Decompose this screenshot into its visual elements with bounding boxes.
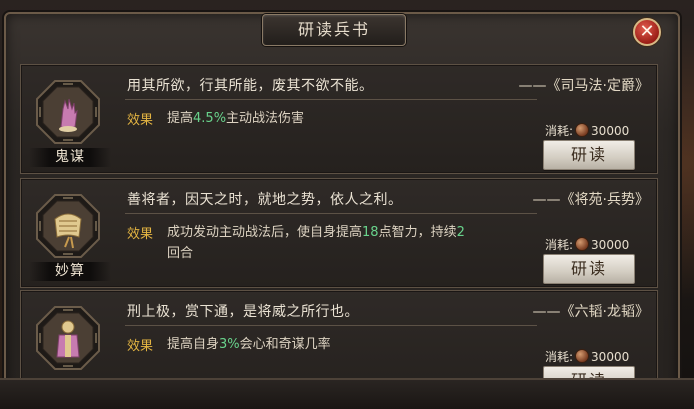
read-button[interactable]: 研读 xyxy=(543,254,635,284)
cost: 消耗: 30000 xyxy=(545,237,630,252)
dialog-title: 研读兵书 xyxy=(262,14,406,46)
book-card-1: 鬼谋 用其所欲，行其所能，废其不欲不能。 ——《司马法·定爵》 效果 提高4.5… xyxy=(20,64,658,174)
panel-bottom-edge xyxy=(0,378,694,409)
book-quote: 善将者，因天之时，就地之势，依人之利。 xyxy=(127,192,403,208)
hand-icon xyxy=(36,80,100,144)
book-source: ——《六韬·龙韬》 xyxy=(532,304,649,320)
effect-value: 2 xyxy=(456,225,465,240)
book-source: ——《将苑·兵势》 xyxy=(532,192,649,208)
scroll-icon xyxy=(36,194,100,258)
divider xyxy=(125,213,537,214)
book-quote: 刑上极，赏下通，是将威之所行也。 xyxy=(127,304,359,320)
copper-coin-icon xyxy=(575,123,590,137)
cost: 消耗: 30000 xyxy=(545,123,630,138)
effect-value: 4.5% xyxy=(193,111,227,126)
effect-value: 18 xyxy=(362,225,379,240)
effect-label: 效果 xyxy=(127,339,154,354)
book-card-2: 妙算 善将者，因天之时，就地之势，依人之利。 ——《将苑·兵势》 效果 成功发动… xyxy=(20,178,658,288)
effect-value: 3% xyxy=(219,337,240,352)
effect-text: 成功发动主动战法后，使自身提高18点智力，持续2 回合 xyxy=(167,225,465,261)
effect-label: 效果 xyxy=(127,113,154,128)
read-button[interactable]: 研读 xyxy=(543,140,635,170)
divider xyxy=(125,325,537,326)
copper-coin-icon xyxy=(575,349,590,363)
cost: 消耗: 30000 xyxy=(545,349,630,364)
copper-coin-icon xyxy=(575,237,590,251)
close-button[interactable]: ✕ xyxy=(633,18,661,46)
book-source: ——《司马法·定爵》 xyxy=(518,78,649,94)
close-icon: ✕ xyxy=(639,21,655,42)
figure-icon xyxy=(36,306,100,370)
effect-text: 提高4.5%主动战法伤害 xyxy=(167,111,305,126)
divider xyxy=(125,99,537,100)
book-name: 鬼谋 xyxy=(29,148,111,167)
book-card-3: 刑上极，赏下通，是将威之所行也。 ——《六韬·龙韬》 效果 提高自身3%会心和奇… xyxy=(20,290,658,390)
effect-label: 效果 xyxy=(127,227,154,242)
book-name: 妙算 xyxy=(29,262,111,281)
book-quote: 用其所欲，行其所能，废其不欲不能。 xyxy=(127,78,374,94)
dialog-clip: 研读兵书 ✕ 鬼谋 用其所欲，行其所能，废其不欲不能。 ——《司马法·定爵》 效… xyxy=(0,0,694,390)
effect-text: 提高自身3%会心和奇谋几率 xyxy=(167,337,331,352)
